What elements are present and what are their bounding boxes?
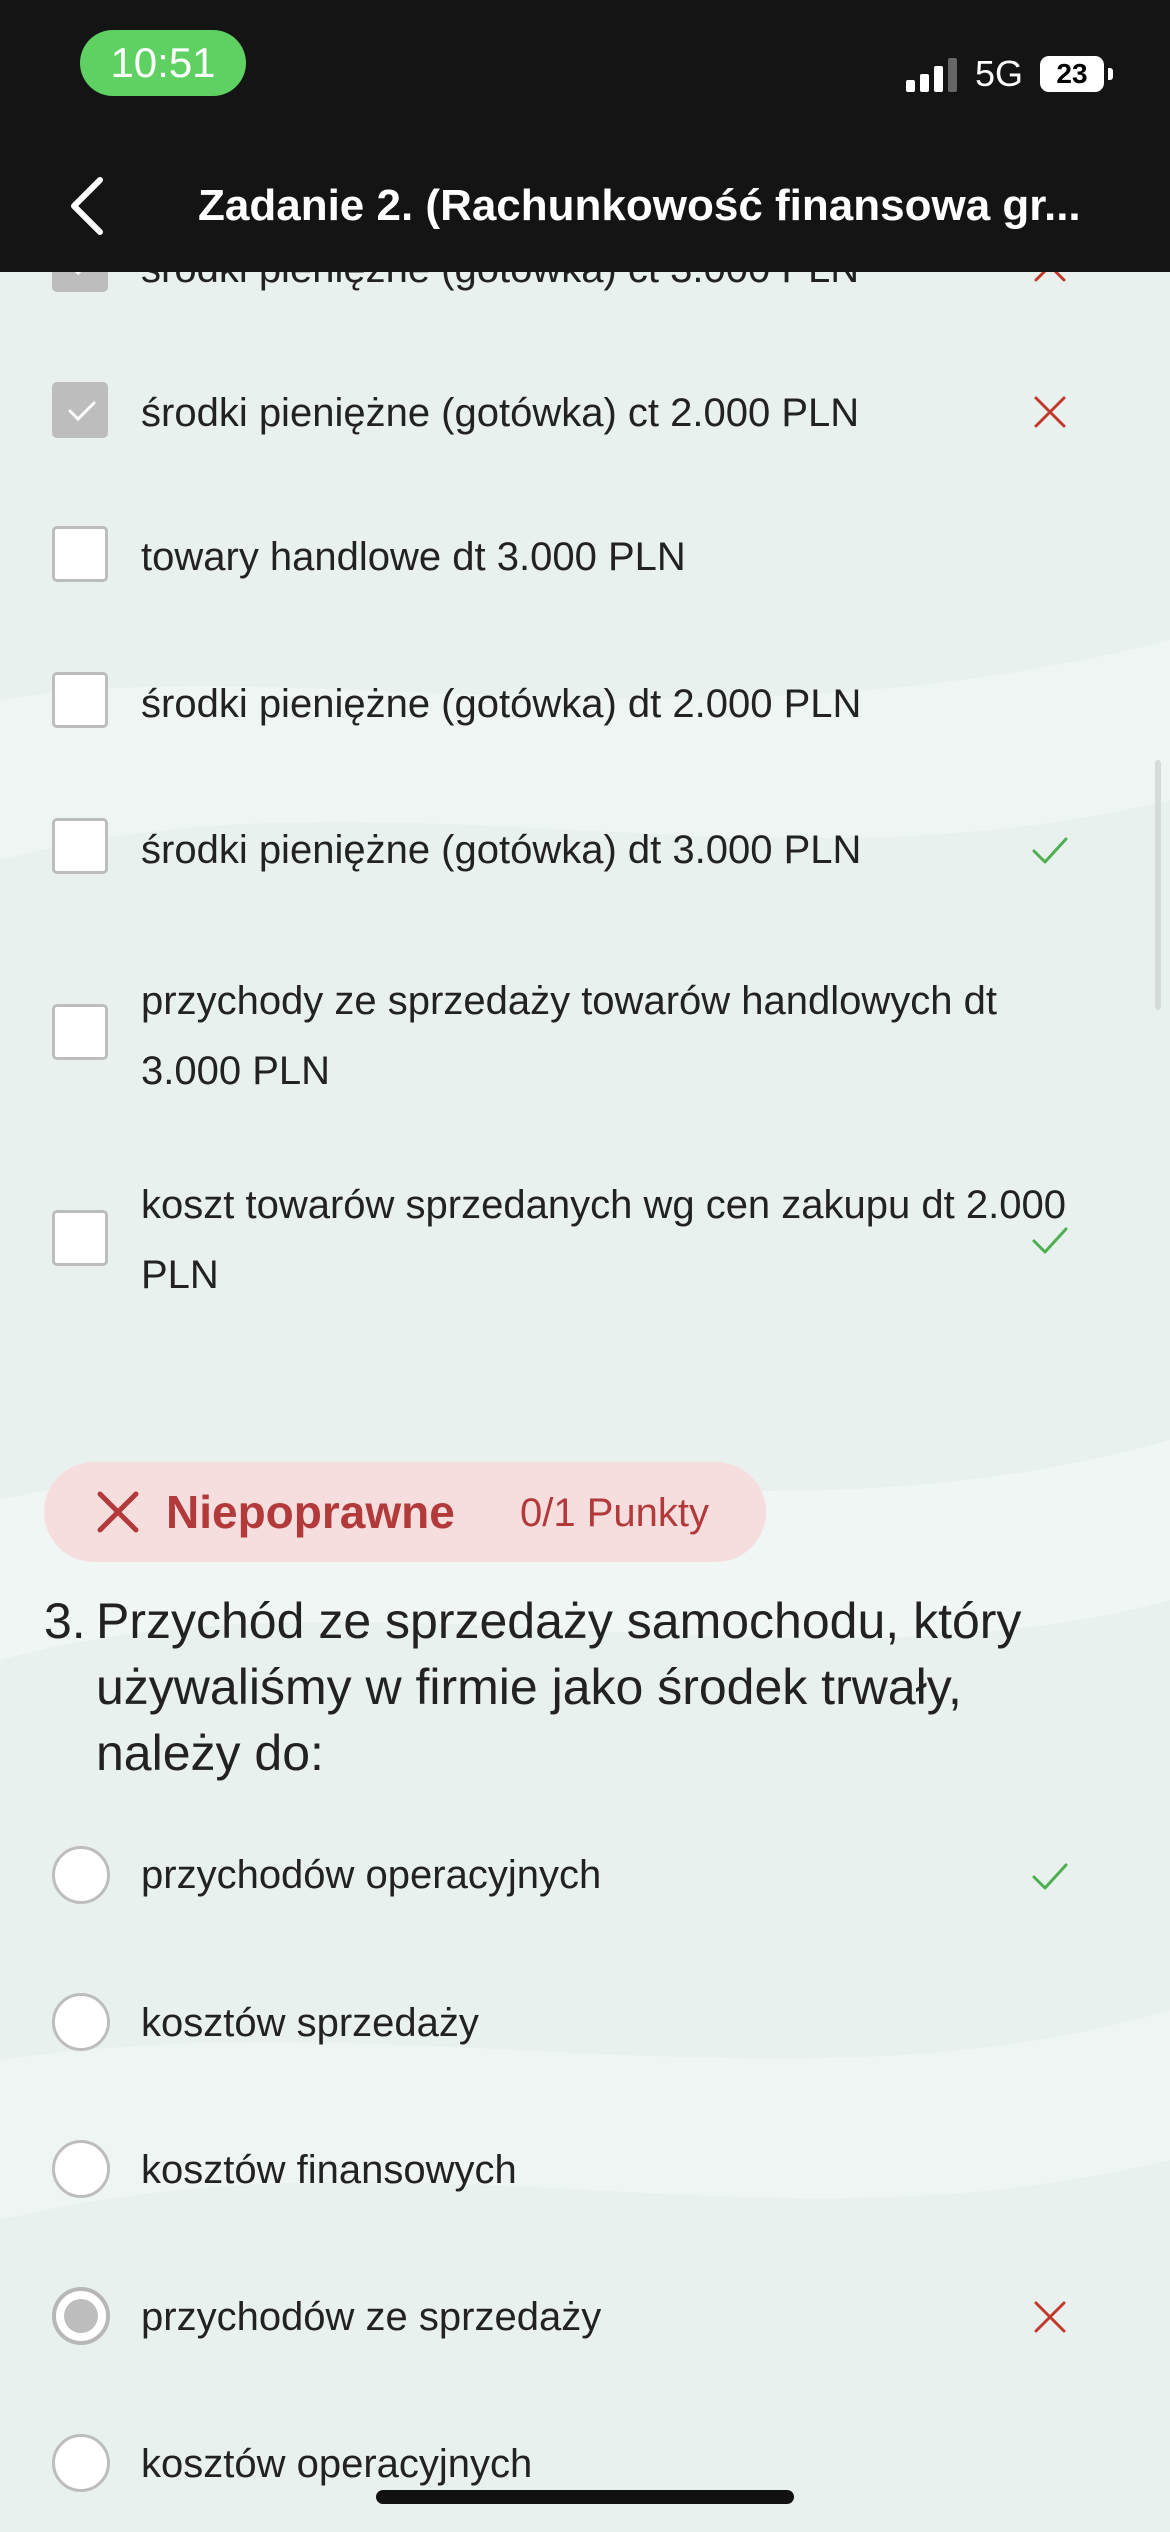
- time: 10:51: [80, 30, 246, 96]
- option-radio[interactable]: [52, 2434, 110, 2492]
- page-title: Zadanie 2. (Rachunkowość finansowa gr...: [198, 181, 1081, 230]
- nav-bar: Zadanie 2. (Rachunkowość finansowa gr...: [0, 140, 1170, 272]
- option-label: środki pieniężne (gotówka) ct 2.000 PLN: [141, 391, 860, 435]
- option-checkbox[interactable]: [52, 1210, 108, 1266]
- x-mark-icon: [1034, 396, 1066, 428]
- home-indicator: [376, 2490, 794, 2504]
- option-label: towary handlowe dt 3.000 PLN: [141, 535, 686, 579]
- option-label: kosztów finansowych: [141, 2148, 517, 2192]
- scrollbar[interactable]: [1155, 760, 1161, 1010]
- result-points: 0/1 Punkty: [520, 1491, 710, 1535]
- option-label: przychodów ze sprzedaży: [141, 2295, 602, 2339]
- option-radio[interactable]: [52, 2287, 110, 2345]
- chevron-left-icon[interactable]: [50, 166, 130, 246]
- option-checkbox[interactable]: [52, 672, 108, 728]
- x-mark-icon: [97, 1491, 139, 1533]
- option-label: środki pieniężne (gotówka) dt 2.000 PLN: [141, 682, 862, 726]
- network-type: 5G: [975, 53, 1024, 94]
- option-radio[interactable]: [52, 1993, 110, 2051]
- option-label: kosztów operacyjnych: [141, 2442, 533, 2486]
- option-checkbox[interactable]: [52, 382, 108, 438]
- checkmark-icon: [1032, 837, 1068, 864]
- option-label: środki pieniężne (gotówka) dt 3.000 PLN: [141, 828, 862, 872]
- checkmark-icon: [1032, 1863, 1068, 1890]
- option-label: przychodów operacyjnych: [141, 1853, 602, 1897]
- option-label: przychody ze sprzedaży towarów handlowyc…: [141, 979, 997, 1093]
- question-text: Przychód ze sprzedaży samochodu, który u…: [96, 1593, 1022, 1781]
- status-bar: 10:51 5G 23: [0, 0, 1170, 140]
- signal-icon: [906, 56, 960, 92]
- option-label: koszt towarów sprzedanych wg cen zakupu …: [141, 1183, 1066, 1297]
- option-checkbox[interactable]: [52, 818, 108, 874]
- option-label: kosztów sprzedaży: [141, 2001, 479, 2045]
- question-number: 3.: [44, 1593, 86, 1649]
- x-mark-icon: [1034, 2301, 1066, 2333]
- battery-icon: 23: [1040, 56, 1113, 92]
- result-badge: Niepoprawne 0/1 Punkty: [44, 1462, 766, 1562]
- option-checkbox[interactable]: [52, 1004, 108, 1060]
- checkmark-icon: [1032, 1227, 1068, 1254]
- option-radio[interactable]: [52, 1846, 110, 1904]
- result-label: Niepoprawne: [166, 1486, 455, 1538]
- option-radio[interactable]: [52, 2140, 110, 2198]
- option-checkbox[interactable]: [52, 526, 108, 582]
